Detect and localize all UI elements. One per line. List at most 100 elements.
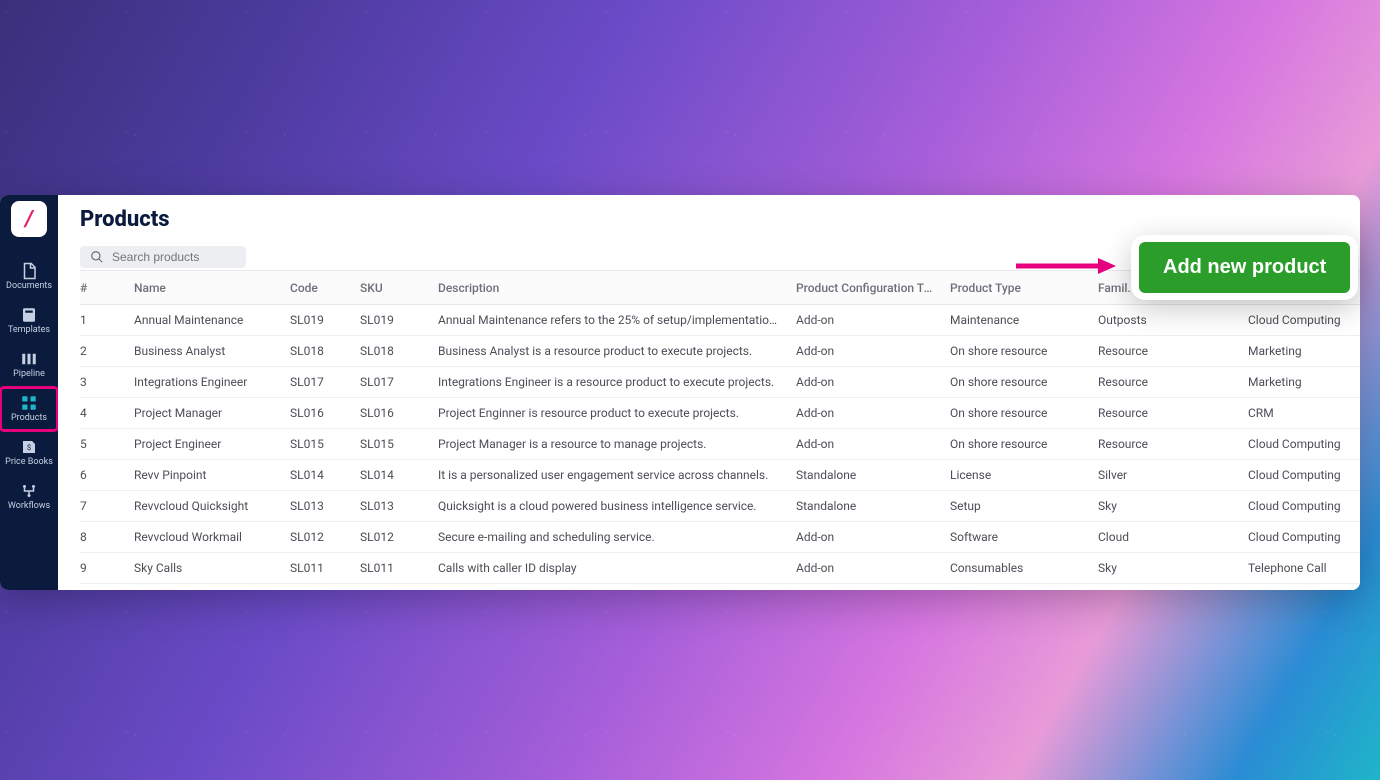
cell-family: Resource (1090, 429, 1240, 460)
cell-family: Outposts (1090, 305, 1240, 336)
cell-index: 9 (80, 553, 126, 584)
cell-product-type: License (942, 460, 1090, 491)
cell-index: 7 (80, 491, 126, 522)
templates-icon (20, 306, 38, 324)
col-sku[interactable]: SKU (352, 271, 430, 305)
table-row[interactable]: 3Integrations EngineerSL017SL017Integrat… (80, 367, 1360, 398)
sidebar-item-label: Workflows (8, 502, 50, 511)
search-box[interactable] (80, 246, 246, 268)
svg-text:$: $ (27, 443, 31, 452)
cell-sku: SL015 (352, 429, 430, 460)
sidebar-item-label: Products (11, 414, 47, 423)
cell-family: Cloud (1090, 522, 1240, 553)
cell-sku: SL019 (352, 305, 430, 336)
sidebar-item-label: Pipeline (13, 370, 45, 379)
cell-index: 4 (80, 398, 126, 429)
cell-family: Resource (1090, 367, 1240, 398)
search-input[interactable] (112, 250, 236, 264)
cell-description: Integrations Engineer is a resource prod… (430, 367, 788, 398)
cell-code: SL014 (282, 460, 352, 491)
table-row[interactable]: 8Revvcloud WorkmailSL012SL012Secure e-ma… (80, 522, 1360, 553)
cell-extra: Cloud Computing (1240, 305, 1360, 336)
table-row[interactable]: 6Revv PinpointSL014SL014It is a personal… (80, 460, 1360, 491)
col-index[interactable]: # (80, 271, 126, 305)
cell-extra: Marketing (1240, 336, 1360, 367)
cell-config-type: Add-on (788, 305, 942, 336)
cell-extra: CRM (1240, 398, 1360, 429)
cell-code: SL016 (282, 398, 352, 429)
cell-product-type: Maintenance (942, 305, 1090, 336)
sidebar-item-pricebooks[interactable]: $ Price Books (0, 431, 58, 475)
cell-extra: Cloud Computing (1240, 491, 1360, 522)
cell-index: 5 (80, 429, 126, 460)
cell-family: Sky (1090, 491, 1240, 522)
cell-code: SL018 (282, 336, 352, 367)
col-code[interactable]: Code (282, 271, 352, 305)
products-icon (20, 394, 38, 412)
cell-name: Revvcloud Workmail (126, 522, 282, 553)
cell-family: Sky (1090, 553, 1240, 584)
sidebar-item-templates[interactable]: Templates (0, 299, 58, 343)
cell-extra: Cloud Computing (1240, 460, 1360, 491)
table-row[interactable]: 2Business AnalystSL018SL018Business Anal… (80, 336, 1360, 367)
sidebar-item-label: Templates (8, 326, 50, 335)
cell-sku: SL012 (352, 522, 430, 553)
col-description[interactable]: Description (430, 271, 788, 305)
cell-description: Project Enginner is resource product to … (430, 398, 788, 429)
table-row[interactable]: 5Project EngineerSL015SL015Project Manag… (80, 429, 1360, 460)
cell-name: Project Engineer (126, 429, 282, 460)
sidebar-item-label: Documents (6, 282, 52, 291)
col-config-type[interactable]: Product Configuration Type (788, 271, 942, 305)
cell-name: Project Manager (126, 398, 282, 429)
cell-name: Sky Calls (126, 553, 282, 584)
sidebar-item-workflows[interactable]: Workflows (0, 475, 58, 519)
col-product-type[interactable]: Product Type (942, 271, 1090, 305)
sidebar: / Documents Templates Pipeline Products (0, 195, 58, 590)
sidebar-item-documents[interactable]: Documents (0, 255, 58, 299)
cell-product-type: On shore resource (942, 336, 1090, 367)
table-row[interactable]: 9Sky CallsSL011SL011Calls with caller ID… (80, 553, 1360, 584)
sidebar-item-products[interactable]: Products (0, 387, 58, 431)
cell-description: Secure e-mailing and scheduling service. (430, 522, 788, 553)
cell-code: SL015 (282, 429, 352, 460)
cell-code: SL013 (282, 491, 352, 522)
cell-product-type: On shore resource (942, 398, 1090, 429)
cell-description: Calls with caller ID display (430, 553, 788, 584)
cell-sku: SL013 (352, 491, 430, 522)
cell-family: Resource (1090, 336, 1240, 367)
cell-product-type: On shore resource (942, 367, 1090, 398)
cell-sku: SL017 (352, 367, 430, 398)
col-name[interactable]: Name (126, 271, 282, 305)
sidebar-item-label: Price Books (5, 458, 53, 467)
app-logo[interactable]: / (11, 201, 47, 237)
table-row[interactable]: 7Revvcloud QuicksightSL013SL013Quicksigh… (80, 491, 1360, 522)
workflows-icon (20, 482, 38, 500)
cell-description: It is a personalized user engagement ser… (430, 460, 788, 491)
cell-extra: Cloud Computing (1240, 522, 1360, 553)
add-new-product-button[interactable]: Add new product (1139, 242, 1350, 293)
cell-sku: SL016 (352, 398, 430, 429)
cell-sku: SL014 (352, 460, 430, 491)
cell-config-type: Add-on (788, 398, 942, 429)
table-row[interactable]: 4Project ManagerSL016SL016Project Enginn… (80, 398, 1360, 429)
cell-code: SL011 (282, 553, 352, 584)
cell-config-type: Add-on (788, 336, 942, 367)
cell-product-type: Software (942, 522, 1090, 553)
cell-name: Integrations Engineer (126, 367, 282, 398)
cell-sku: SL018 (352, 336, 430, 367)
cell-config-type: Add-on (788, 429, 942, 460)
search-icon (90, 250, 104, 264)
cell-code: SL012 (282, 522, 352, 553)
cell-name: Business Analyst (126, 336, 282, 367)
cell-extra: Cloud Computing (1240, 429, 1360, 460)
cell-sku: SL011 (352, 553, 430, 584)
sidebar-item-pipeline[interactable]: Pipeline (0, 343, 58, 387)
cell-config-type: Add-on (788, 367, 942, 398)
cell-extra: Telephone Call (1240, 553, 1360, 584)
cell-description: Annual Maintenance refers to the 25% of … (430, 305, 788, 336)
cell-config-type: Standalone (788, 460, 942, 491)
cell-index: 2 (80, 336, 126, 367)
table-row[interactable]: 1Annual MaintenanceSL019SL019Annual Main… (80, 305, 1360, 336)
cell-index: 6 (80, 460, 126, 491)
pricebooks-icon: $ (20, 438, 38, 456)
